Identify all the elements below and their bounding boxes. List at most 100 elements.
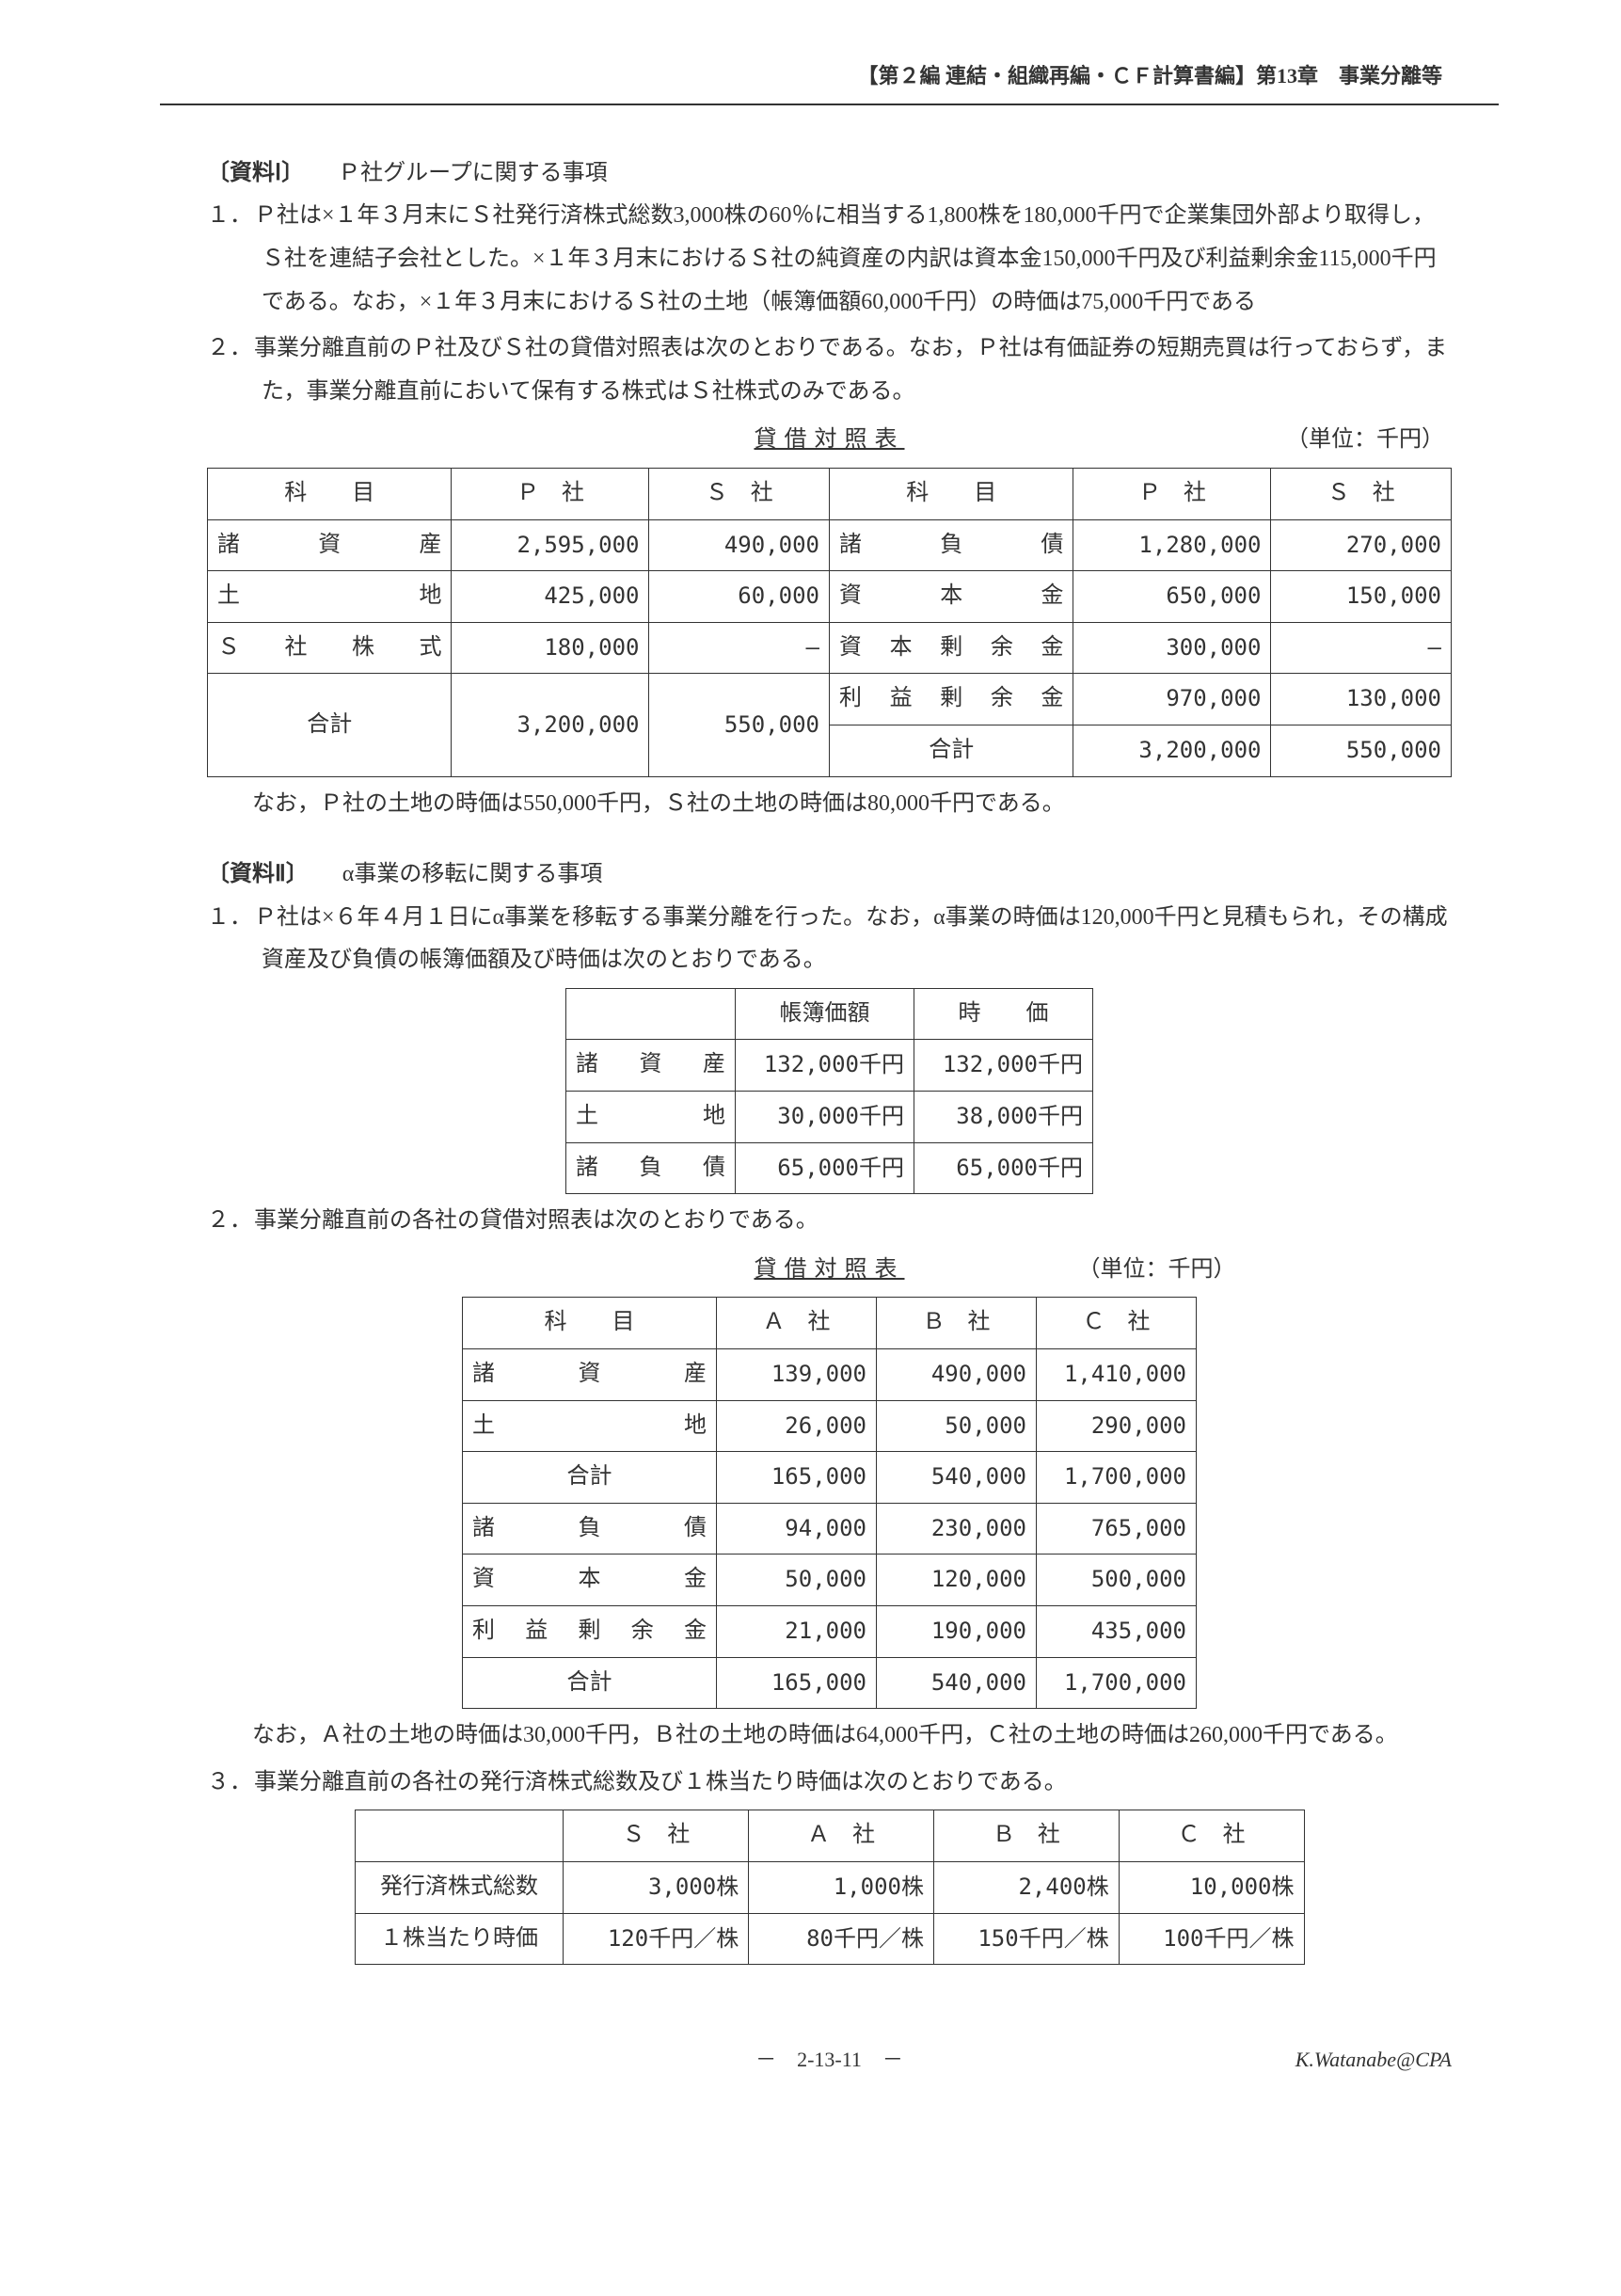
page-header: 【第２編 連結・組織再編・ＣＦ計算書編】第13章 事業分離等 (207, 56, 1452, 96)
cell: 550,000 (1271, 725, 1452, 776)
section-2-list-2: ２．事業分離直前の各社の貸借対照表は次のとおりである。 (207, 1200, 1452, 1243)
table-row: 科 目 Ａ 社 Ｂ 社 Ｃ 社 (463, 1298, 1197, 1349)
table-row: 諸負債 94,000 230,000 765,000 (463, 1503, 1197, 1555)
cell: 120,000 (877, 1555, 1037, 1606)
col-header (566, 988, 736, 1040)
cell: 1,000株 (749, 1861, 934, 1913)
cell: 650,000 (1073, 571, 1271, 623)
cell: 300,000 (1073, 622, 1271, 674)
cell: 50,000 (877, 1400, 1037, 1452)
cell: 500,000 (1037, 1555, 1197, 1606)
section-2-label: 〔資料Ⅱ〕 (207, 862, 297, 886)
balance-sheet-1: 科 目 Ｐ 社 Ｓ 社 科 目 Ｐ 社 Ｓ 社 諸資産 2,595,000 49… (207, 468, 1452, 777)
col-header: 科 目 (829, 468, 1073, 519)
section-2-list: １．Ｐ社は×６年４月１日にα事業を移転する事業分離を行った。なお，α事業の時価は… (207, 897, 1452, 982)
cell: 21,000 (717, 1606, 877, 1658)
cell: 38,000千円 (914, 1092, 1093, 1143)
cell: 諸資産 (566, 1040, 736, 1092)
table-row: 合計 3,200,000 550,000 利益剰余金 970,000 130,0… (208, 674, 1452, 725)
cell: 120千円／株 (564, 1913, 749, 1965)
cell: 100千円／株 (1119, 1913, 1304, 1965)
col-header: 時 価 (914, 988, 1093, 1040)
cell: 土地 (463, 1400, 717, 1452)
table-row: 諸資産 139,000 490,000 1,410,000 (463, 1349, 1197, 1401)
cell: 発行済株式総数 (355, 1861, 564, 1913)
col-header: Ｃ 社 (1119, 1810, 1304, 1862)
cell: 94,000 (717, 1503, 877, 1555)
table-row: 合計 165,000 540,000 1,700,000 (463, 1657, 1197, 1709)
section-1-title: 〔資料Ⅰ〕 Ｐ社グループに関する事項 (207, 152, 1452, 196)
balance-sheet-2-wrap: 貸借対照表 （単位：千円） 科 目 Ａ 社 Ｂ 社 Ｃ 社 諸資産 139,00… (207, 1249, 1452, 1709)
cell: 2,595,000 (452, 519, 649, 571)
cell: 230,000 (877, 1503, 1037, 1555)
cell: 合計 (463, 1452, 717, 1504)
section-1-subject: Ｐ社グループに関する事項 (293, 161, 608, 185)
col-header: Ｓ 社 (649, 468, 830, 519)
page-footer: － 2-13-11 － K.Watanabe@CPA (207, 2040, 1452, 2080)
page-number: － 2-13-11 － (755, 2040, 903, 2080)
balance-sheet-1-title: 貸借対照表 (755, 419, 905, 462)
cell: 2,400株 (933, 1861, 1119, 1913)
cell: １株当たり時価 (355, 1913, 564, 1965)
cell: 165,000 (717, 1452, 877, 1504)
cell: 132,000千円 (736, 1040, 914, 1092)
cell: 190,000 (877, 1606, 1037, 1658)
stock-info-table: Ｓ 社 Ａ 社 Ｂ 社 Ｃ 社 発行済株式総数 3,000株 1,000株 2,… (355, 1810, 1305, 1965)
col-header: Ａ 社 (749, 1810, 934, 1862)
cell: 490,000 (649, 519, 830, 571)
cell: 合計 (208, 674, 452, 776)
col-header: Ｐ 社 (1073, 468, 1271, 519)
header-rule (160, 104, 1499, 105)
balance-sheet-1-note: なお，Ｐ社の土地の時価は550,000千円，Ｓ社の土地の時価は80,000千円で… (207, 783, 1452, 826)
cell: 10,000株 (1119, 1861, 1304, 1913)
col-header: 帳簿価額 (736, 988, 914, 1040)
cell: 765,000 (1037, 1503, 1197, 1555)
col-header: 科 目 (208, 468, 452, 519)
cell: 132,000千円 (914, 1040, 1093, 1092)
table-row: 発行済株式総数 3,000株 1,000株 2,400株 10,000株 (355, 1861, 1304, 1913)
cell: 150,000 (1271, 571, 1452, 623)
cell: 270,000 (1271, 519, 1452, 571)
list-item-text: 事業分離直前の各社の貸借対照表は次のとおりである。 (254, 1208, 818, 1233)
table-row: 土地 26,000 50,000 290,000 (463, 1400, 1197, 1452)
table-row: 諸負債 65,000千円 65,000千円 (566, 1142, 1093, 1194)
cell: 諸資産 (208, 519, 452, 571)
cell: 1,700,000 (1037, 1452, 1197, 1504)
balance-sheet-1-unit: （単位：千円） (1286, 419, 1444, 462)
cell: 425,000 (452, 571, 649, 623)
cell: 3,000株 (564, 1861, 749, 1913)
balance-sheet-2-unit: （単位：千円） (1078, 1249, 1236, 1292)
cell: 490,000 (877, 1349, 1037, 1401)
col-header: 科 目 (463, 1298, 717, 1349)
table-row: １株当たり時価 120千円／株 80千円／株 150千円／株 100千円／株 (355, 1913, 1304, 1965)
table-row: 諸資産 2,595,000 490,000 諸負債 1,280,000 270,… (208, 519, 1452, 571)
col-header: Ｂ 社 (877, 1298, 1037, 1349)
cell: 540,000 (877, 1657, 1037, 1709)
cell: 資本金 (463, 1555, 717, 1606)
cell: 435,000 (1037, 1606, 1197, 1658)
cell: — (649, 622, 830, 674)
cell: 資本金 (829, 571, 1073, 623)
cell: 諸負債 (566, 1142, 736, 1194)
list-item: １．Ｐ社は×１年３月末にＳ社発行済株式総数3,000株の60％に相当する1,80… (207, 195, 1452, 324)
cell: 土地 (566, 1092, 736, 1143)
cell: 諸負債 (463, 1503, 717, 1555)
table-row: 利益剰余金 21,000 190,000 435,000 (463, 1606, 1197, 1658)
section-2-list-3: ３．事業分離直前の各社の発行済株式総数及び１株当たり時価は次のとおりである。 (207, 1762, 1452, 1805)
table-row: 科 目 Ｐ 社 Ｓ 社 科 目 Ｐ 社 Ｓ 社 (208, 468, 1452, 519)
cell: 540,000 (877, 1452, 1037, 1504)
cell: 80千円／株 (749, 1913, 934, 1965)
cell: 165,000 (717, 1657, 877, 1709)
cell: 諸資産 (463, 1349, 717, 1401)
list-item: ２．事業分離直前のＰ社及びＳ社の貸借対照表は次のとおりである。なお，Ｐ社は有価証… (207, 327, 1452, 413)
cell: 3,200,000 (1073, 725, 1271, 776)
table-row: 諸資産 132,000千円 132,000千円 (566, 1040, 1093, 1092)
section-1-label: 〔資料Ⅰ〕 (207, 161, 293, 185)
col-header: Ａ 社 (717, 1298, 877, 1349)
cell: 諸負債 (829, 519, 1073, 571)
cell: — (1271, 622, 1452, 674)
cell: 970,000 (1073, 674, 1271, 725)
cell: 3,200,000 (452, 674, 649, 776)
table-row: 資本金 50,000 120,000 500,000 (463, 1555, 1197, 1606)
table-row: 土地 30,000千円 38,000千円 (566, 1092, 1093, 1143)
